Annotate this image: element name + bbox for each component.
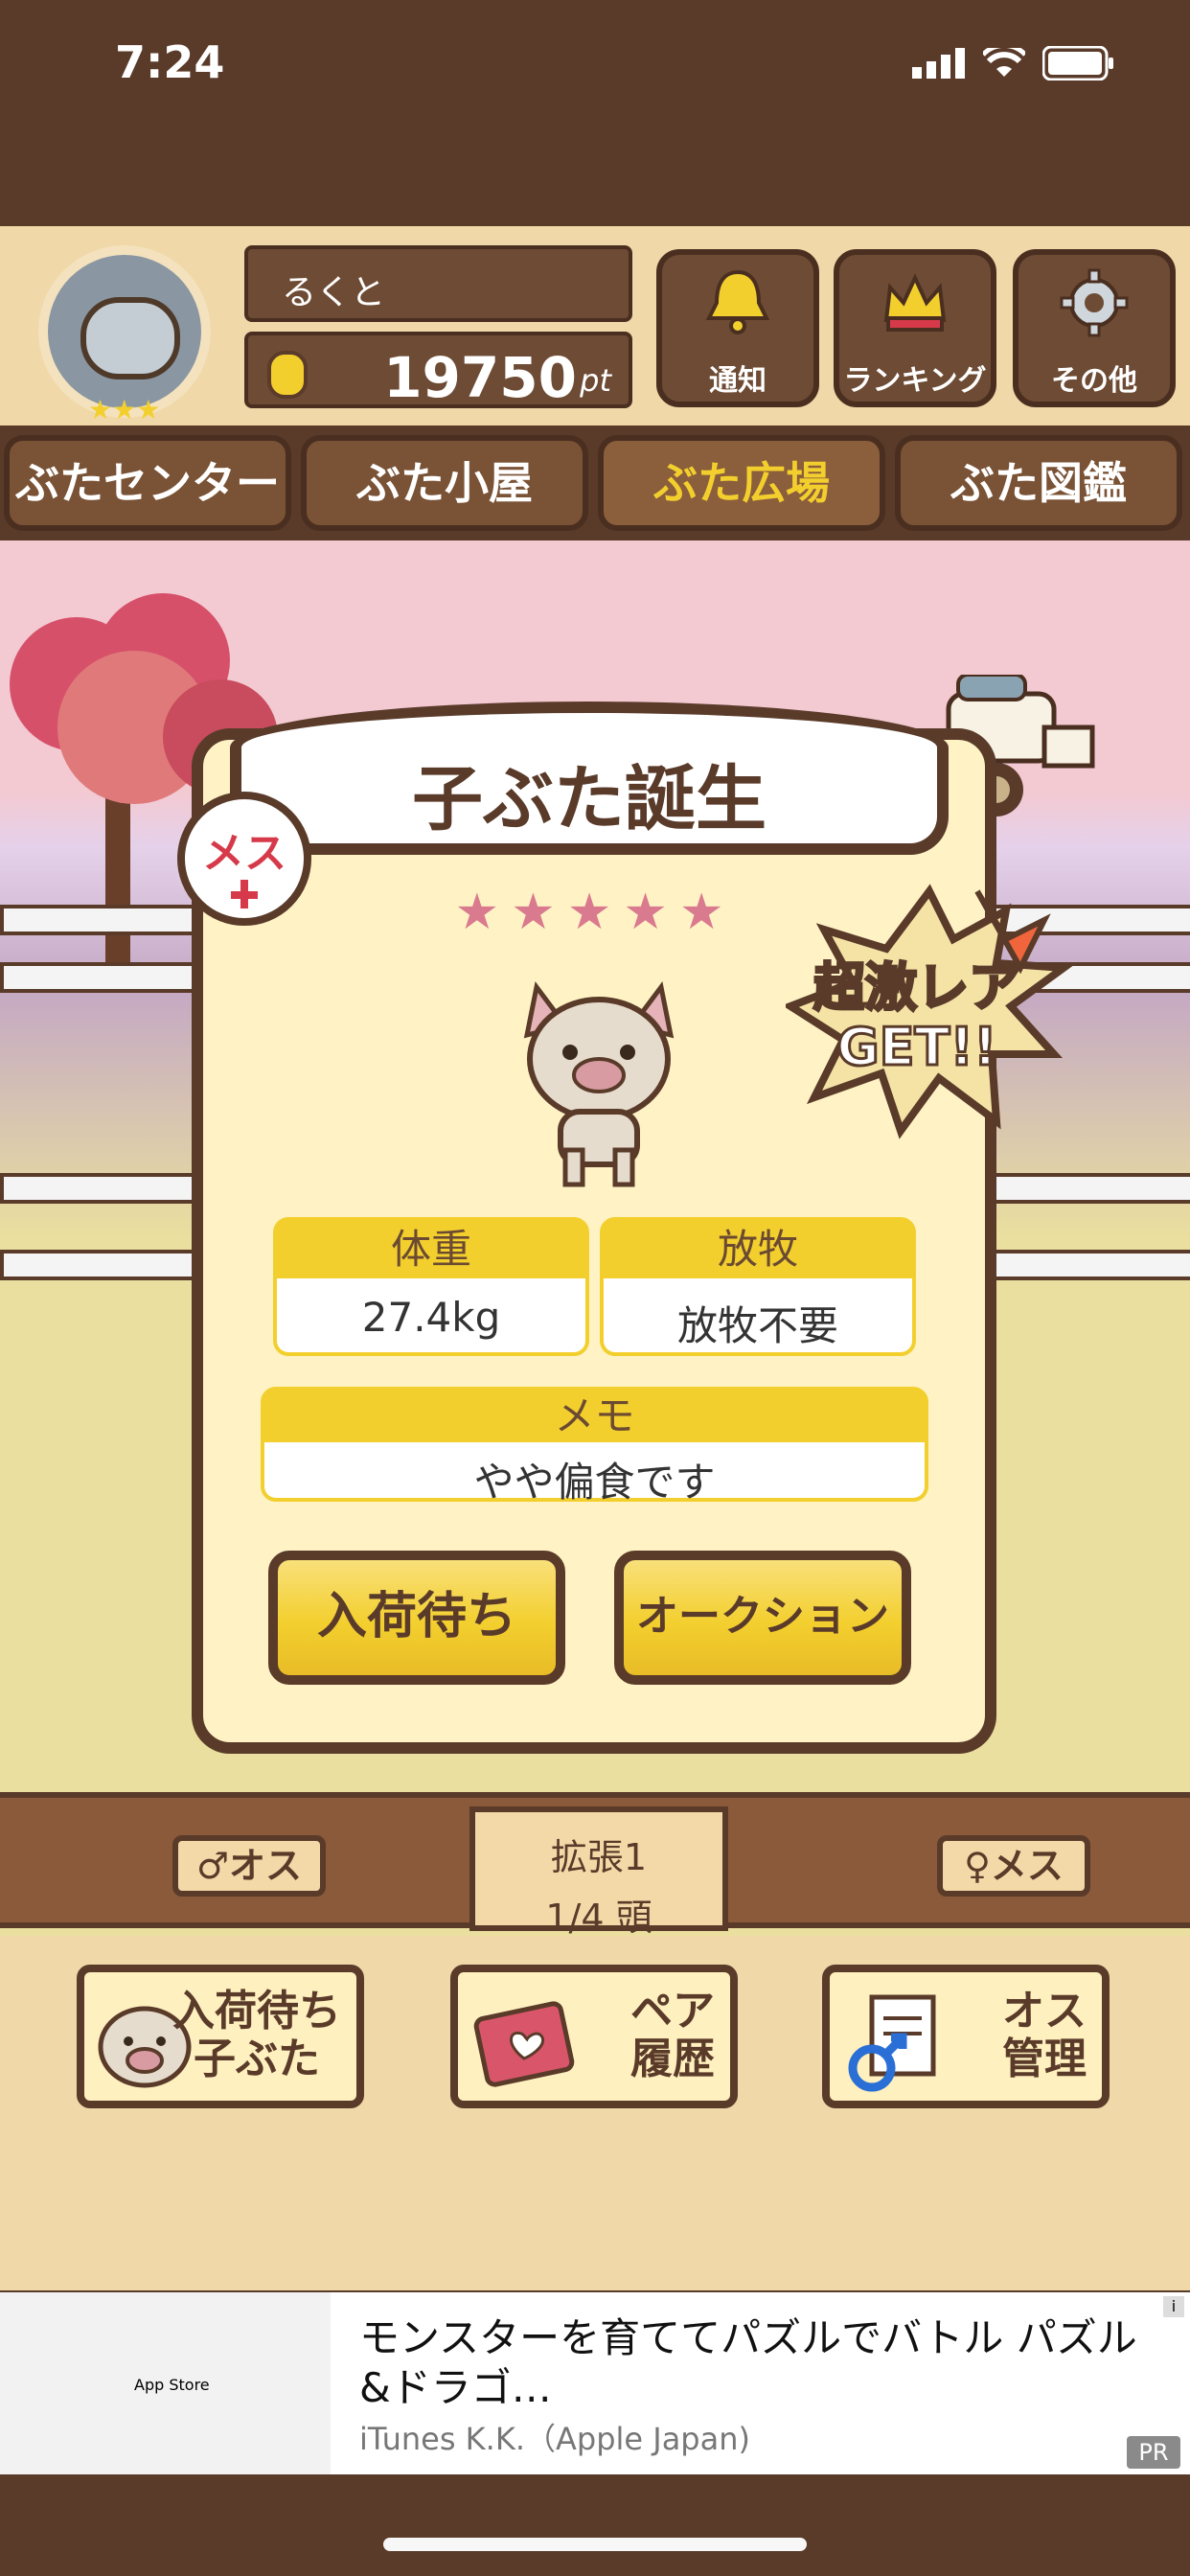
user-name: るくと <box>282 273 386 312</box>
piglet-icon <box>523 981 675 1187</box>
game-header: ★★★ るくと 19750 pt 通知 ランキング その他 <box>0 220 1190 433</box>
female-sign-label: ♀メス <box>964 1845 1064 1887</box>
bell-icon <box>705 269 770 334</box>
memo-stat: メモ やや偏食です <box>261 1387 928 1506</box>
tab-buta-encyclopedia[interactable]: ぶた図鑑 <box>895 435 1182 531</box>
notification-label: 通知 <box>709 364 767 398</box>
heart-book-icon <box>473 2001 575 2087</box>
signal-icon <box>912 48 965 79</box>
tab-buta-plaza[interactable]: ぶた広場 <box>598 435 885 531</box>
pair-history-line2: 履歴 <box>630 2035 715 2083</box>
male-management-line1: オス <box>1002 1987 1087 2036</box>
crown-icon <box>883 273 947 332</box>
weight-stat: 体重 27.4kg <box>273 1217 589 1356</box>
app-store-label: App Store <box>134 2376 210 2394</box>
gear-icon <box>1060 268 1129 337</box>
memo-label: メモ <box>264 1391 925 1442</box>
ranking-label: ランキング <box>843 364 987 398</box>
waiting-piglets-line1: 入荷待ち <box>172 1987 341 2036</box>
ad-pr-badge: PR <box>1127 2436 1180 2469</box>
grazing-value: 放牧不要 <box>676 1302 838 1349</box>
other-label: その他 <box>1051 364 1137 398</box>
points-unit: pt <box>580 362 611 399</box>
male-management-button[interactable]: オス 管理 <box>822 1965 1110 2108</box>
expansion-level: 拡張1 <box>550 1836 648 1878</box>
grazing-label: 放牧 <box>604 1221 912 1278</box>
status-icons <box>912 46 1115 80</box>
status-bar: 7:24 <box>0 0 1190 129</box>
avatar-stars-icon: ★★★ <box>88 394 161 426</box>
female-sign[interactable]: ♀メス <box>937 1835 1090 1897</box>
pig-avatar-icon <box>80 297 180 380</box>
male-document-icon <box>848 1994 936 2092</box>
weight-label: 体重 <box>277 1221 585 1278</box>
male-management-line2: 管理 <box>1002 2035 1087 2083</box>
waiting-piglets-label: 入荷待ち 子ぶた <box>172 1988 341 2083</box>
points-panel: 19750 pt <box>244 332 632 410</box>
points-value: 19750 <box>383 345 577 410</box>
other-button[interactable]: その他 <box>1013 249 1176 407</box>
ad-banner[interactable]: App Store モンスターを育ててパズルでバトル パズル&ドラゴ… iTun… <box>0 2292 1190 2474</box>
male-sign[interactable]: ♂オス <box>172 1835 326 1897</box>
pair-history-line1: ペア <box>630 1987 715 2036</box>
status-time: 7:24 <box>115 36 225 88</box>
pair-history-label: ペア 履歴 <box>630 1988 715 2083</box>
pair-history-button[interactable]: ペア 履歴 <box>450 1965 738 2108</box>
main-tabs: ぶたセンター ぶた小屋 ぶた広場 ぶた図鑑 <box>0 426 1190 540</box>
ranking-button[interactable]: ランキング <box>834 249 996 407</box>
expansion-sign[interactable]: 拡張1 1/4 頭 <box>469 1806 728 1939</box>
ad-subtitle: iTunes K.K.（Apple Japan) <box>359 2421 750 2457</box>
wait-arrival-button[interactable]: 入荷待ち <box>268 1551 565 1685</box>
weight-value: 27.4kg <box>361 1294 501 1341</box>
grazing-stat: 放牧 放牧不要 <box>600 1217 916 1356</box>
player-avatar[interactable]: ★★★ <box>38 245 211 426</box>
ad-info-icon[interactable]: i <box>1163 2296 1184 2317</box>
super-rare-badge: 超激レア GET!! <box>812 956 1022 1078</box>
waiting-piglets-button[interactable]: 入荷待ち 子ぶた <box>77 1965 364 2108</box>
notification-button[interactable]: 通知 <box>656 249 819 407</box>
male-management-label: オス 管理 <box>1002 1988 1087 2083</box>
expansion-count: 1/4 頭 <box>545 1897 652 1939</box>
coin-icon <box>267 351 308 399</box>
card-title-banner: 子ぶた誕生 <box>230 702 949 855</box>
tab-buta-center[interactable]: ぶたセンター <box>4 435 291 531</box>
home-indicator[interactable] <box>383 2538 807 2551</box>
battery-icon <box>1042 46 1113 80</box>
auction-button[interactable]: オークション <box>614 1551 911 1685</box>
ad-thumbnail[interactable]: App Store <box>0 2292 331 2474</box>
ad-title[interactable]: モンスターを育ててパズルでバトル パズル&ドラゴ… <box>359 2313 1145 2413</box>
female-gender-icon: メス <box>202 829 286 878</box>
user-name-panel: るくと <box>244 245 632 322</box>
tab-buta-hut[interactable]: ぶた小屋 <box>301 435 588 531</box>
male-sign-label: ♂オス <box>195 1845 303 1887</box>
card-title: 子ぶた誕生 <box>412 758 767 840</box>
waiting-piglets-line2: 子ぶた <box>194 2035 320 2083</box>
wifi-icon <box>983 48 1025 77</box>
memo-value: やや偏食です <box>473 1459 716 1506</box>
